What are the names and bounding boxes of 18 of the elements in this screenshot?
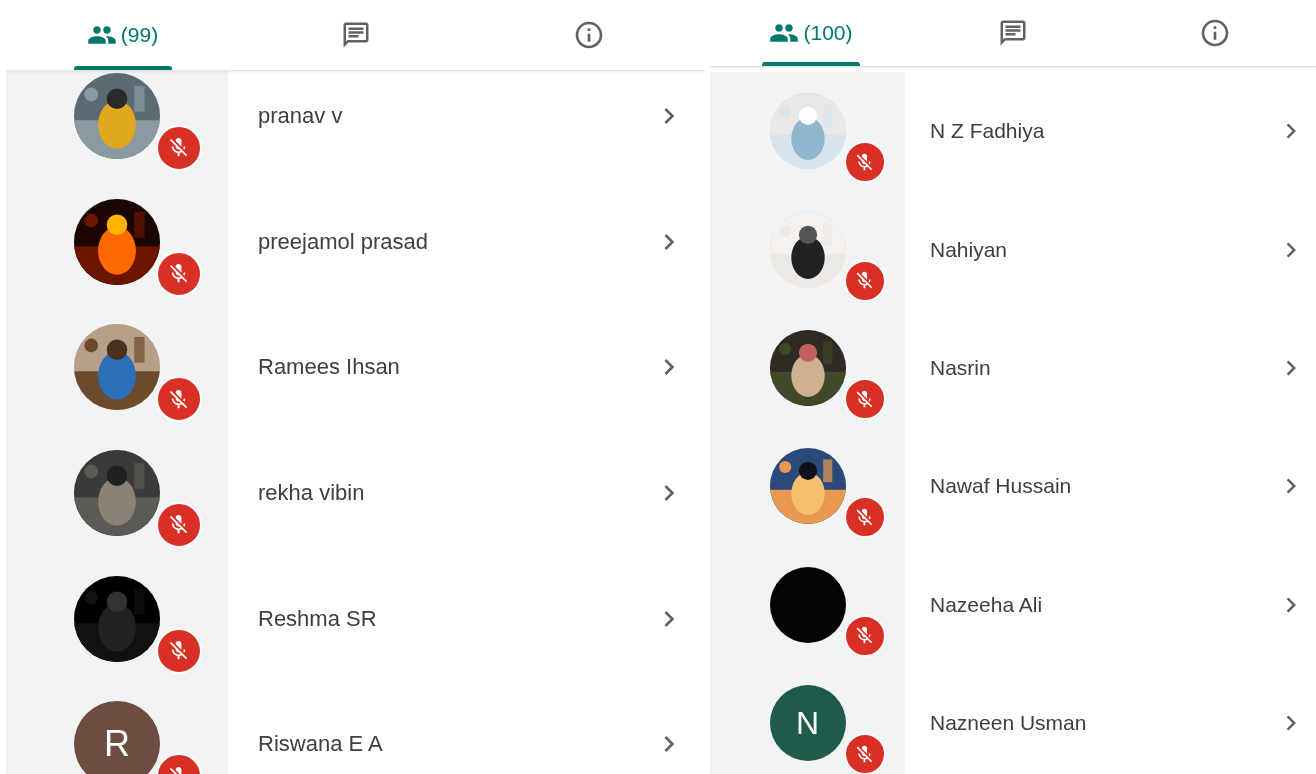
participant-name: Riswana E A [258,731,384,758]
chat-icon [998,18,1028,48]
participant-name: Nasrin [930,355,992,380]
participant-name: Reshma SR [258,605,378,632]
participant-name: rekha vibin [258,479,366,506]
participant-name: Ramees Ihsan [258,354,401,381]
participant-name: preejamol prasad [258,228,429,255]
people-tab[interactable]: (99) [6,0,239,70]
participant-name: Nazeeha Ali [930,592,1044,617]
participant-name: Nazneen Usman [930,711,1088,736]
avatar: R [74,701,160,774]
info-icon [1199,17,1231,49]
people-tab[interactable]: (100) [710,0,912,66]
avatar: N [769,685,846,762]
participant-name: N Z Fadhiya [930,119,1046,144]
participant-name: pranav v [258,102,344,129]
participant-name: Nahiyan [930,237,1009,262]
participant-name: Nawaf Hussain [930,474,1073,499]
